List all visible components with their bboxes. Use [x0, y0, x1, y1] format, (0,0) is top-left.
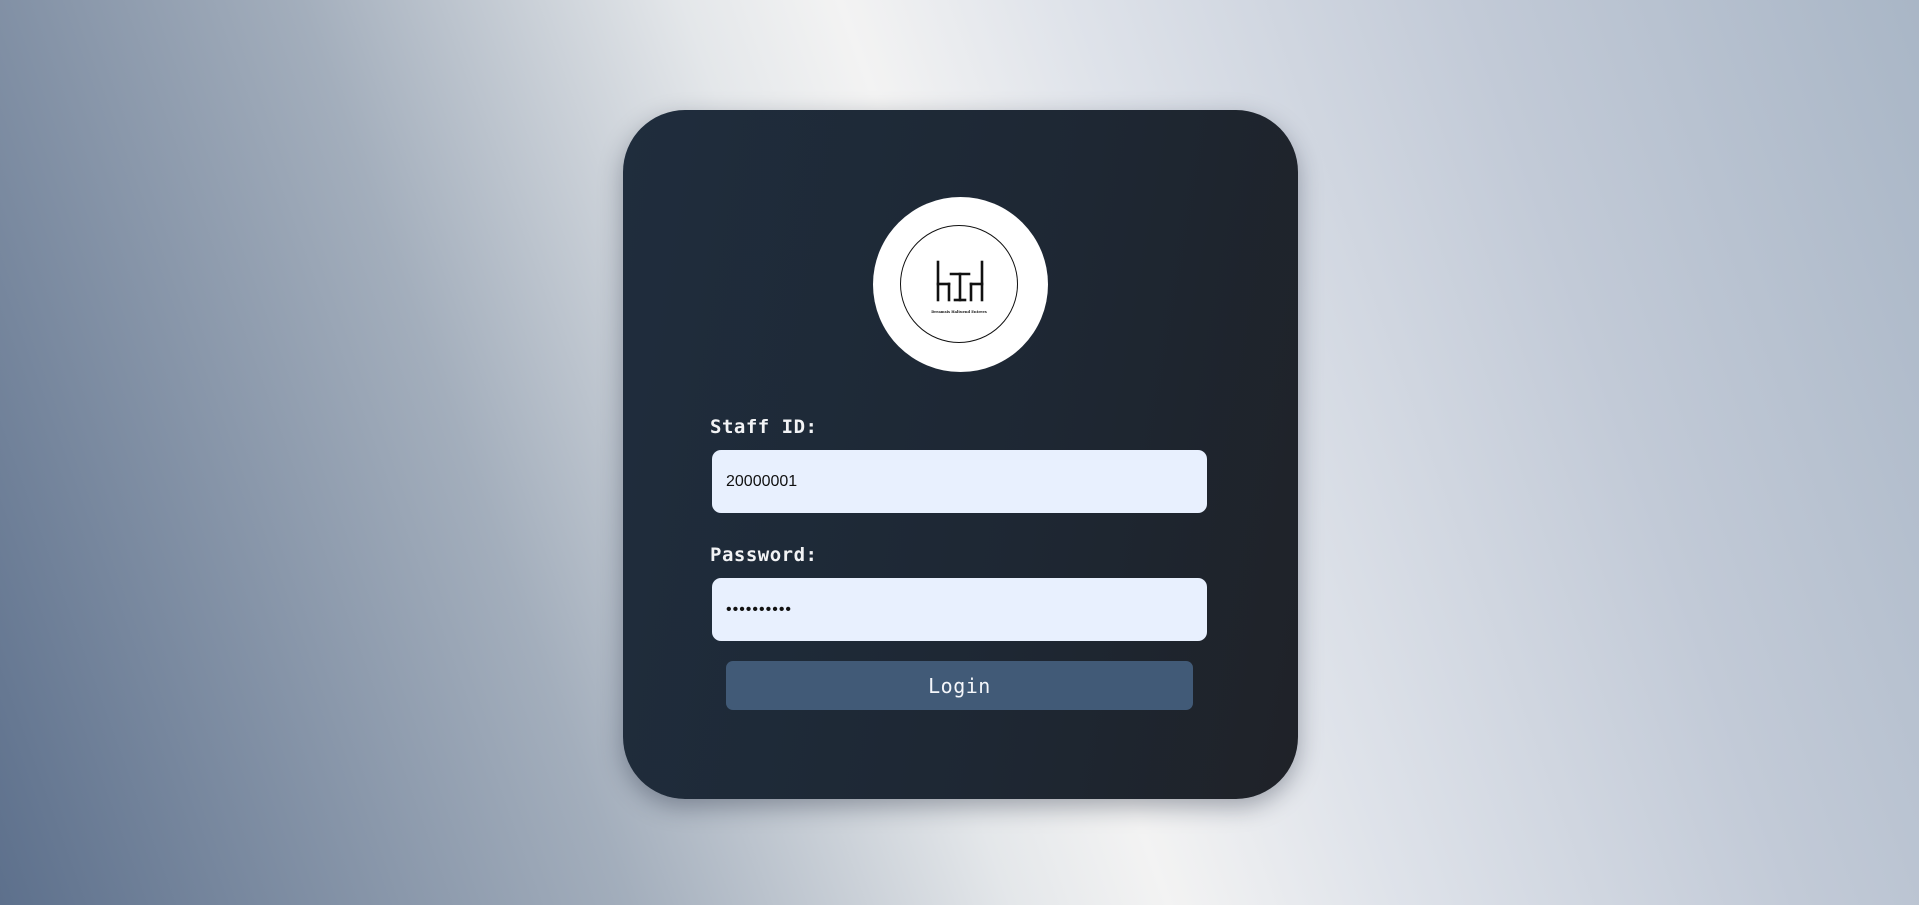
login-button[interactable]: Login: [726, 661, 1193, 710]
password-input[interactable]: [712, 578, 1207, 641]
login-card: Dreamsis Haltuend Entrees Staff ID: Pass…: [623, 110, 1298, 799]
staff-id-label: Staff ID:: [710, 416, 818, 438]
logo: Dreamsis Haltuend Entrees: [873, 197, 1048, 372]
logo-ring: Dreamsis Haltuend Entrees: [900, 225, 1018, 343]
password-label: Password:: [710, 544, 818, 566]
restaurant-logo-icon: [936, 260, 984, 302]
logo-caption: Dreamsis Haltuend Entrees: [931, 310, 987, 314]
staff-id-input[interactable]: [712, 450, 1207, 513]
